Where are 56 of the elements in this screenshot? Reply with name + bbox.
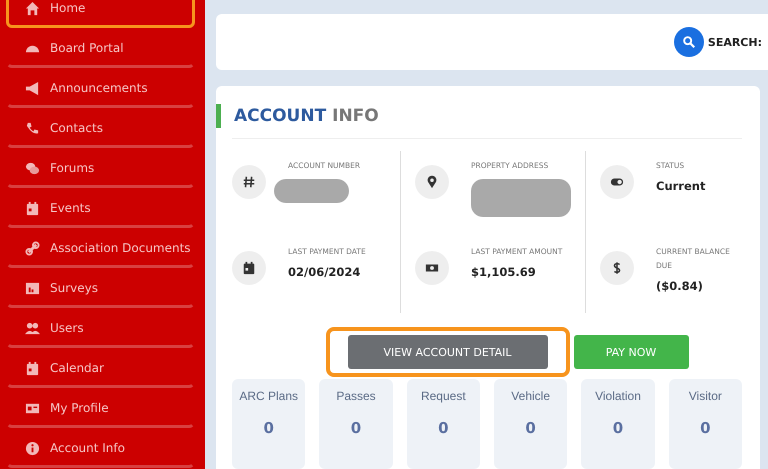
nav-item[interactable]: Home [6, 0, 195, 28]
nav-item[interactable]: Events [6, 188, 195, 228]
dollar-icon [600, 251, 634, 285]
users-icon [25, 320, 40, 336]
nav-item[interactable]: Account Info [6, 428, 195, 468]
tile-label: Passes [336, 389, 376, 403]
megaphone-icon [25, 80, 40, 96]
field-value: Current [656, 179, 706, 193]
phone-icon [25, 120, 40, 136]
search-button[interactable] [674, 27, 704, 57]
home-icon [25, 0, 40, 16]
chat-icon [25, 160, 40, 176]
tile-label: Vehicle [511, 389, 550, 403]
nav-item[interactable]: Users [6, 308, 195, 348]
detail-button[interactable]: VIEW ACCOUNT DETAIL [348, 335, 548, 369]
stat-tile[interactable]: ARC Plans 0 [232, 379, 306, 469]
field-value: ($0.84) [656, 279, 704, 293]
tile-count: 0 [612, 419, 624, 437]
calendar-icon [232, 251, 266, 285]
pin-icon [415, 165, 449, 199]
money-icon [415, 251, 449, 285]
link-icon [25, 240, 40, 256]
nav-item[interactable]: Surveys [6, 268, 195, 308]
stat-tile[interactable]: Request 0 [406, 379, 480, 469]
stat-tile[interactable]: Visitor 0 [668, 379, 742, 469]
tile-label: Visitor [688, 389, 722, 403]
tile-count: 0 [525, 419, 536, 437]
pay-button[interactable]: PAY NOW [574, 335, 688, 369]
calendar-icon [25, 200, 40, 216]
tile-count: 0 [263, 419, 274, 437]
chart-icon [25, 280, 40, 296]
nav-item[interactable]: Forums [6, 148, 195, 188]
nav-item[interactable]: Announcements [6, 68, 195, 108]
hash-icon [232, 165, 266, 199]
stat-tile[interactable]: Vehicle 0 [494, 379, 568, 469]
search-label: SEARCH: [708, 36, 762, 48]
nav-item[interactable]: Board Portal [6, 28, 195, 68]
tile-count: 0 [438, 419, 449, 437]
nav-item[interactable]: My Profile [6, 388, 195, 428]
field-value: $1,105.69 [471, 265, 537, 279]
tile-count: 0 [700, 419, 711, 437]
tile-label: ARC Plans [239, 389, 298, 403]
toggle-icon [600, 165, 634, 199]
nav-item[interactable]: Calendar [6, 348, 195, 388]
tile-count: 0 [350, 419, 362, 437]
nav-item[interactable]: Association Documents [6, 228, 195, 268]
nav-item[interactable]: Contacts [6, 108, 195, 148]
tile-label: Request [420, 389, 466, 403]
field-value: 02/06/2024 [288, 265, 362, 279]
stat-tile[interactable]: Violation 0 [581, 379, 655, 469]
search-icon [682, 35, 696, 49]
info-icon [25, 440, 40, 456]
tile-label: Violation [595, 389, 641, 403]
stat-tile[interactable]: Passes 0 [319, 379, 393, 469]
section-title: ACCOUNT INFO [216, 104, 742, 128]
calendar-icon [25, 360, 40, 376]
